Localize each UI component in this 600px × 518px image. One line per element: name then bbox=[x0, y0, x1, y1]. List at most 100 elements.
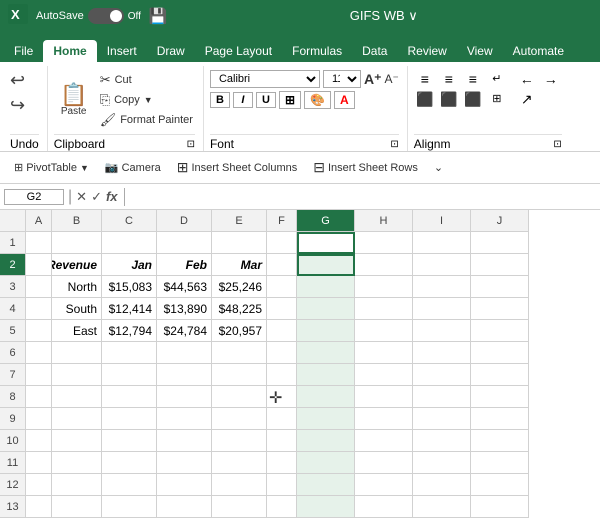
cell-b8[interactable] bbox=[52, 386, 102, 408]
cell-a7[interactable] bbox=[26, 364, 52, 386]
cell-j3[interactable] bbox=[471, 276, 529, 298]
col-header-i[interactable]: I bbox=[413, 210, 471, 232]
cell-b3[interactable]: North bbox=[52, 276, 102, 298]
cell-e7[interactable] bbox=[212, 364, 267, 386]
cell-h6[interactable] bbox=[355, 342, 413, 364]
cell-d13[interactable] bbox=[157, 496, 212, 518]
cell-c11[interactable] bbox=[102, 452, 157, 474]
cell-f2[interactable] bbox=[267, 254, 297, 276]
row-header-8[interactable]: 8 bbox=[0, 386, 26, 408]
col-header-e[interactable]: E bbox=[212, 210, 267, 232]
cell-a13[interactable] bbox=[26, 496, 52, 518]
row-header-4[interactable]: 4 bbox=[0, 298, 26, 320]
bold-button[interactable]: B bbox=[210, 92, 230, 108]
row-header-12[interactable]: 12 bbox=[0, 474, 26, 496]
cell-h3[interactable] bbox=[355, 276, 413, 298]
row-header-9[interactable]: 9 bbox=[0, 408, 26, 430]
cell-a5[interactable] bbox=[26, 320, 52, 342]
function-icon[interactable]: fx bbox=[106, 189, 118, 204]
cell-i7[interactable] bbox=[413, 364, 471, 386]
align-left-button[interactable]: ⬛ bbox=[414, 90, 436, 108]
cell-e3[interactable]: $25,246 bbox=[212, 276, 267, 298]
cell-b13[interactable] bbox=[52, 496, 102, 518]
save-icon[interactable]: 💾 bbox=[149, 7, 168, 25]
cell-d10[interactable] bbox=[157, 430, 212, 452]
cell-c3[interactable]: $15,083 bbox=[102, 276, 157, 298]
font-shrink-button[interactable]: A⁻ bbox=[384, 72, 398, 86]
cell-e5[interactable]: $20,957 bbox=[212, 320, 267, 342]
cell-j8[interactable] bbox=[471, 386, 529, 408]
confirm-icon[interactable]: ✓ bbox=[91, 189, 102, 205]
cell-a10[interactable] bbox=[26, 430, 52, 452]
fill-color-button[interactable]: 🎨 bbox=[304, 91, 331, 109]
border-button[interactable]: ⊞ bbox=[279, 91, 301, 109]
cell-g12[interactable] bbox=[297, 474, 355, 496]
cell-b10[interactable] bbox=[52, 430, 102, 452]
undo-button[interactable]: ↩ bbox=[10, 70, 25, 91]
row-header-1[interactable]: 1 bbox=[0, 232, 26, 254]
cell-b2[interactable]: Revenue bbox=[52, 254, 102, 276]
cell-f12[interactable] bbox=[267, 474, 297, 496]
cell-h12[interactable] bbox=[355, 474, 413, 496]
cell-b5[interactable]: East bbox=[52, 320, 102, 342]
wrap-text-button[interactable]: ↵ bbox=[486, 70, 508, 88]
cell-e9[interactable] bbox=[212, 408, 267, 430]
cell-i1[interactable] bbox=[413, 232, 471, 254]
row-header-2[interactable]: 2 bbox=[0, 254, 26, 276]
cell-b4[interactable]: South bbox=[52, 298, 102, 320]
tab-formulas[interactable]: Formulas bbox=[282, 40, 352, 62]
tab-draw[interactable]: Draw bbox=[147, 40, 195, 62]
cell-e12[interactable] bbox=[212, 474, 267, 496]
cell-d3[interactable]: $44,563 bbox=[157, 276, 212, 298]
cell-c2[interactable]: Jan bbox=[102, 254, 157, 276]
row-header-5[interactable]: 5 bbox=[0, 320, 26, 342]
col-header-d[interactable]: D bbox=[157, 210, 212, 232]
cell-a6[interactable] bbox=[26, 342, 52, 364]
cell-c10[interactable] bbox=[102, 430, 157, 452]
font-name-select[interactable]: Calibri bbox=[210, 70, 320, 88]
tab-data[interactable]: Data bbox=[352, 40, 397, 62]
merge-center-button[interactable]: ⊞ bbox=[486, 90, 508, 108]
cell-h11[interactable] bbox=[355, 452, 413, 474]
font-expand-icon[interactable]: ⊡ bbox=[390, 139, 398, 150]
cell-d5[interactable]: $24,784 bbox=[157, 320, 212, 342]
cell-a1[interactable] bbox=[26, 232, 52, 254]
cell-c8[interactable] bbox=[102, 386, 157, 408]
cell-i6[interactable] bbox=[413, 342, 471, 364]
cell-e8[interactable] bbox=[212, 386, 267, 408]
cell-e11[interactable] bbox=[212, 452, 267, 474]
cell-h7[interactable] bbox=[355, 364, 413, 386]
cell-h8[interactable] bbox=[355, 386, 413, 408]
cell-i9[interactable] bbox=[413, 408, 471, 430]
cell-c9[interactable] bbox=[102, 408, 157, 430]
cell-d8[interactable] bbox=[157, 386, 212, 408]
tab-home[interactable]: Home bbox=[43, 40, 96, 62]
cell-g5[interactable] bbox=[297, 320, 355, 342]
cell-e10[interactable] bbox=[212, 430, 267, 452]
cell-j11[interactable] bbox=[471, 452, 529, 474]
cell-i11[interactable] bbox=[413, 452, 471, 474]
cell-j12[interactable] bbox=[471, 474, 529, 496]
cell-d12[interactable] bbox=[157, 474, 212, 496]
cell-f1[interactable] bbox=[267, 232, 297, 254]
cell-h4[interactable] bbox=[355, 298, 413, 320]
cell-i12[interactable] bbox=[413, 474, 471, 496]
cell-g10[interactable] bbox=[297, 430, 355, 452]
cell-g8[interactable] bbox=[297, 386, 355, 408]
cell-h13[interactable] bbox=[355, 496, 413, 518]
cell-i2[interactable] bbox=[413, 254, 471, 276]
cell-h9[interactable] bbox=[355, 408, 413, 430]
cell-f13[interactable] bbox=[267, 496, 297, 518]
font-size-select[interactable]: 11 bbox=[323, 70, 361, 88]
cell-e13[interactable] bbox=[212, 496, 267, 518]
copy-dropdown-icon[interactable]: ▼ bbox=[144, 95, 153, 105]
col-header-b[interactable]: B bbox=[52, 210, 102, 232]
tab-review[interactable]: Review bbox=[397, 40, 456, 62]
cell-j1[interactable] bbox=[471, 232, 529, 254]
cell-d6[interactable] bbox=[157, 342, 212, 364]
cell-d2[interactable]: Feb bbox=[157, 254, 212, 276]
paste-button[interactable]: 📋 Paste bbox=[54, 70, 94, 130]
align-top-right-button[interactable]: ≡ bbox=[462, 70, 484, 88]
insert-sheet-rows-button[interactable]: ⊟ Insert Sheet Rows bbox=[307, 156, 424, 179]
cell-a2[interactable] bbox=[26, 254, 52, 276]
